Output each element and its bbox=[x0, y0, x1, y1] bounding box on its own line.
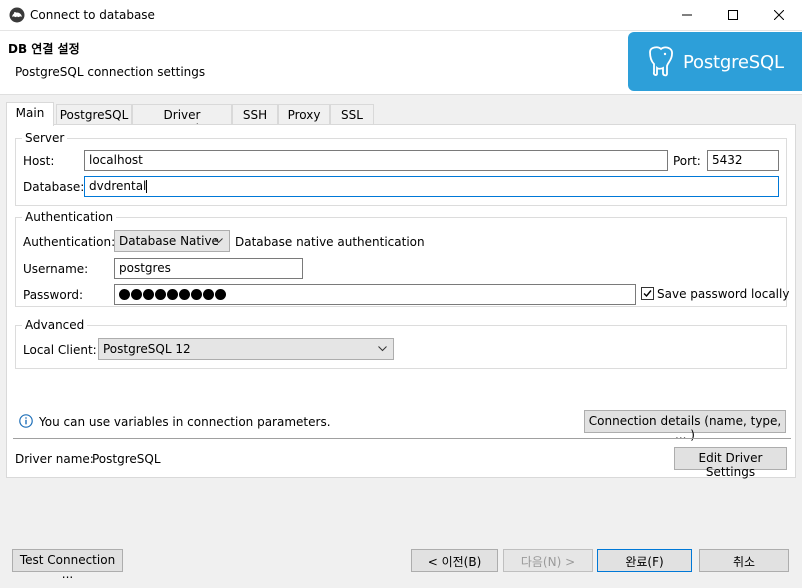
maximize-icon bbox=[728, 10, 738, 20]
port-label: Port: bbox=[673, 154, 701, 168]
tab-ssh[interactable]: SSH bbox=[232, 104, 278, 125]
finish-button[interactable]: 완료(F) bbox=[597, 549, 692, 572]
password-dot bbox=[143, 289, 154, 300]
postgresql-logo: PostgreSQL bbox=[628, 32, 802, 91]
password-dot bbox=[203, 289, 214, 300]
database-label: Database: bbox=[23, 180, 85, 194]
driver-name-label: Driver name: bbox=[15, 452, 94, 466]
password-dot bbox=[179, 289, 190, 300]
chevron-down-icon bbox=[378, 346, 387, 352]
local-client-label: Local Client: bbox=[23, 343, 97, 357]
password-dot bbox=[215, 289, 226, 300]
save-password-label[interactable]: Save password locally bbox=[657, 287, 789, 301]
authentication-select[interactable]: Database Native bbox=[114, 230, 230, 252]
dialog-header: DB 연결 설정 PostgreSQL connection settings … bbox=[0, 31, 802, 95]
driver-name-value: PostgreSQL bbox=[92, 452, 161, 466]
authentication-group-title: Authentication bbox=[22, 210, 117, 224]
text-cursor bbox=[146, 180, 148, 193]
username-input[interactable]: postgres bbox=[114, 258, 303, 279]
host-label: Host: bbox=[23, 154, 55, 168]
database-input[interactable]: dvdrental bbox=[84, 176, 779, 197]
maximize-button[interactable] bbox=[710, 0, 756, 30]
dialog-title: DB 연결 설정 bbox=[8, 42, 80, 56]
server-group-title: Server bbox=[22, 131, 68, 145]
checkmark-icon bbox=[643, 290, 652, 298]
back-button[interactable]: < 이전(B) bbox=[411, 549, 498, 572]
authentication-label: Authentication: bbox=[23, 235, 116, 249]
dbeaver-app-icon bbox=[9, 7, 25, 23]
dialog-subtitle: PostgreSQL connection settings bbox=[15, 65, 206, 79]
chevron-down-icon bbox=[214, 238, 223, 244]
tab-main[interactable]: Main bbox=[6, 102, 54, 126]
tab-proxy[interactable]: Proxy bbox=[278, 104, 330, 125]
next-button[interactable]: 다음(N) > bbox=[503, 549, 593, 572]
password-label: Password: bbox=[23, 288, 84, 302]
main-tab-pane: Server Host: localhost Port: 5432 Databa… bbox=[6, 124, 796, 479]
minimize-button[interactable] bbox=[664, 0, 710, 30]
save-password-checkbox[interactable] bbox=[641, 287, 654, 300]
local-client-select-value: PostgreSQL 12 bbox=[103, 342, 191, 356]
separator bbox=[13, 438, 791, 439]
connection-details-button[interactable]: Connection details (name, type, ... ) bbox=[584, 410, 786, 442]
elephant-icon bbox=[649, 46, 673, 77]
password-dot bbox=[167, 289, 178, 300]
logo-text: PostgreSQL bbox=[683, 52, 784, 73]
database-input-value: dvdrental bbox=[89, 179, 147, 193]
authentication-select-value: Database Native bbox=[119, 234, 219, 248]
variables-info-text: You can use variables in connection para… bbox=[39, 415, 331, 429]
password-dot bbox=[155, 289, 166, 300]
password-mask bbox=[119, 289, 226, 300]
window-title: Connect to database bbox=[30, 8, 155, 22]
tab-postgresql[interactable]: PostgreSQL bbox=[56, 104, 132, 125]
close-icon bbox=[774, 10, 784, 20]
authentication-description: Database native authentication bbox=[235, 235, 425, 249]
title-bar: Connect to database bbox=[0, 0, 802, 31]
username-label: Username: bbox=[23, 262, 89, 276]
host-input[interactable]: localhost bbox=[84, 150, 668, 171]
edit-driver-settings-button[interactable]: Edit Driver Settings bbox=[674, 447, 787, 479]
info-icon bbox=[19, 414, 33, 428]
password-input[interactable] bbox=[114, 284, 636, 305]
tab-driver-properties[interactable]: Driver properties bbox=[132, 104, 232, 136]
minimize-icon bbox=[682, 14, 692, 16]
close-button[interactable] bbox=[756, 0, 802, 30]
cancel-button[interactable]: 취소 bbox=[699, 549, 789, 572]
port-input[interactable]: 5432 bbox=[707, 150, 779, 171]
password-dot bbox=[191, 289, 202, 300]
password-dot bbox=[119, 289, 130, 300]
password-dot bbox=[131, 289, 142, 300]
tab-ssl[interactable]: SSL bbox=[330, 104, 374, 125]
test-connection-button[interactable]: Test Connection ... bbox=[12, 549, 123, 581]
local-client-select[interactable]: PostgreSQL 12 bbox=[98, 338, 394, 360]
advanced-group-title: Advanced bbox=[22, 318, 88, 332]
